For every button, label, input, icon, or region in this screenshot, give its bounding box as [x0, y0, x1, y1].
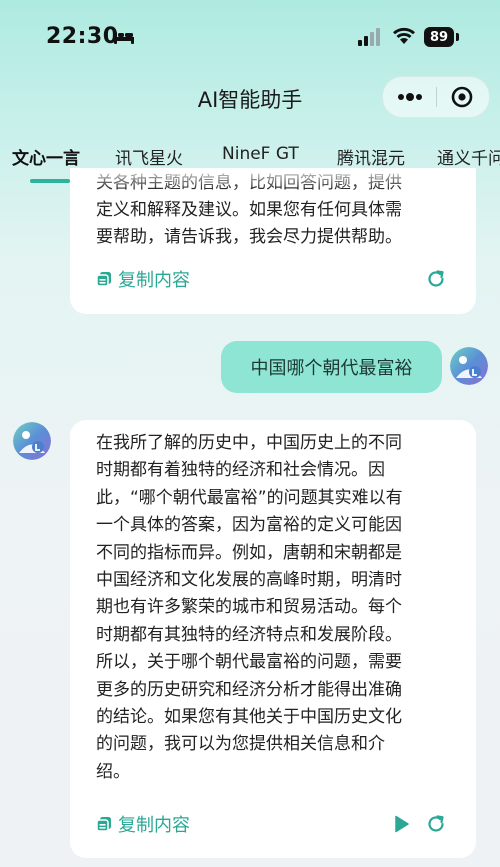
scroll-fade [70, 168, 476, 190]
wifi-icon [393, 27, 415, 44]
mini-program-capsule [382, 76, 490, 118]
answer-line: 定义和解释及建议。如果您有任何具体需 [96, 200, 402, 220]
close-circle-icon[interactable] [451, 86, 473, 108]
answer-line: 要帮助，请告诉我，我会尽力提供帮助。 [96, 227, 402, 247]
tab-wenxin[interactable]: 文心一言 [12, 144, 80, 169]
ai-avatar [13, 422, 51, 460]
answer-line: 此，“哪个朝代最富裕”的问题其实难以有 [96, 487, 403, 508]
answer-line: 的问题，我可以为您提供相关信息和介 [96, 734, 385, 755]
answer-line: 所以，关于哪个朝代最富裕的问题，需要 [96, 652, 402, 673]
battery-tip [456, 33, 459, 41]
answer-line: 不同的指标而异。例如，唐朝和宋朝都是 [96, 542, 402, 563]
answer-line: 时期都有着独特的经济和社会情况。因 [96, 460, 385, 481]
sleep-mode-icon [114, 32, 134, 44]
active-tab-indicator [30, 179, 70, 183]
more-icon[interactable] [397, 89, 423, 105]
copy-label: 复制内容 [118, 815, 190, 836]
answer-line: 时期都有其独特的经济特点和发展阶段。 [96, 624, 402, 645]
tab-tongyi[interactable]: 通义千问 [437, 144, 500, 169]
refresh-icon[interactable] [425, 813, 447, 835]
ai-answer-card: 在我所了解的历史中，中国历史上的不同 时期都有着独特的经济和社会情况。因 此，“… [70, 420, 476, 858]
copy-button[interactable]: 复制内容 [96, 266, 190, 292]
user-message-bubble: 中国哪个朝代最富裕 [221, 341, 442, 393]
copy-label: 复制内容 [118, 270, 190, 291]
status-bar: 22:30 89 [0, 0, 500, 70]
cellular-signal-icon [358, 28, 380, 46]
battery-indicator: 89 [424, 27, 454, 47]
answer-line: 中国经济和文化发展的高峰时期，明清时 [96, 570, 402, 591]
copy-icon [96, 817, 111, 832]
refresh-icon[interactable] [425, 268, 447, 290]
capsule-divider [436, 87, 437, 107]
copy-button[interactable]: 复制内容 [96, 811, 190, 837]
tab-hunyuan[interactable]: 腾讯混元 [337, 144, 405, 169]
user-message-text: 中国哪个朝代最富裕 [250, 358, 413, 379]
answer-line: 一个具体的答案，因为富裕的定义可能因 [96, 515, 402, 536]
ai-answer-text: 在我所了解的历史中，中国历史上的不同 时期都有着独特的经济和社会情况。因 此，“… [96, 430, 458, 786]
tab-xunfei[interactable]: 讯飞星火 [115, 144, 183, 169]
battery-level: 89 [429, 29, 449, 45]
status-time: 22:30 [46, 24, 119, 49]
play-icon[interactable] [390, 813, 412, 835]
ai-avatar-image [13, 422, 51, 460]
copy-icon [96, 272, 111, 287]
user-avatar [450, 347, 488, 385]
answer-line: 绍。 [96, 761, 130, 782]
tab-ninef[interactable]: NineF GT [222, 144, 299, 164]
title-bar: AI智能助手 [0, 76, 500, 120]
answer-line: 期也有许多繁荣的城市和贸易活动。每个 [96, 597, 402, 618]
answer-line: 更多的历史研究和经济分析才能得出准确 [96, 679, 402, 700]
answer-line: 的结论。如果您有其他关于中国历史文化 [96, 707, 402, 728]
answer-line: 在我所了解的历史中，中国历史上的不同 [96, 433, 402, 453]
user-avatar-image [450, 347, 488, 385]
